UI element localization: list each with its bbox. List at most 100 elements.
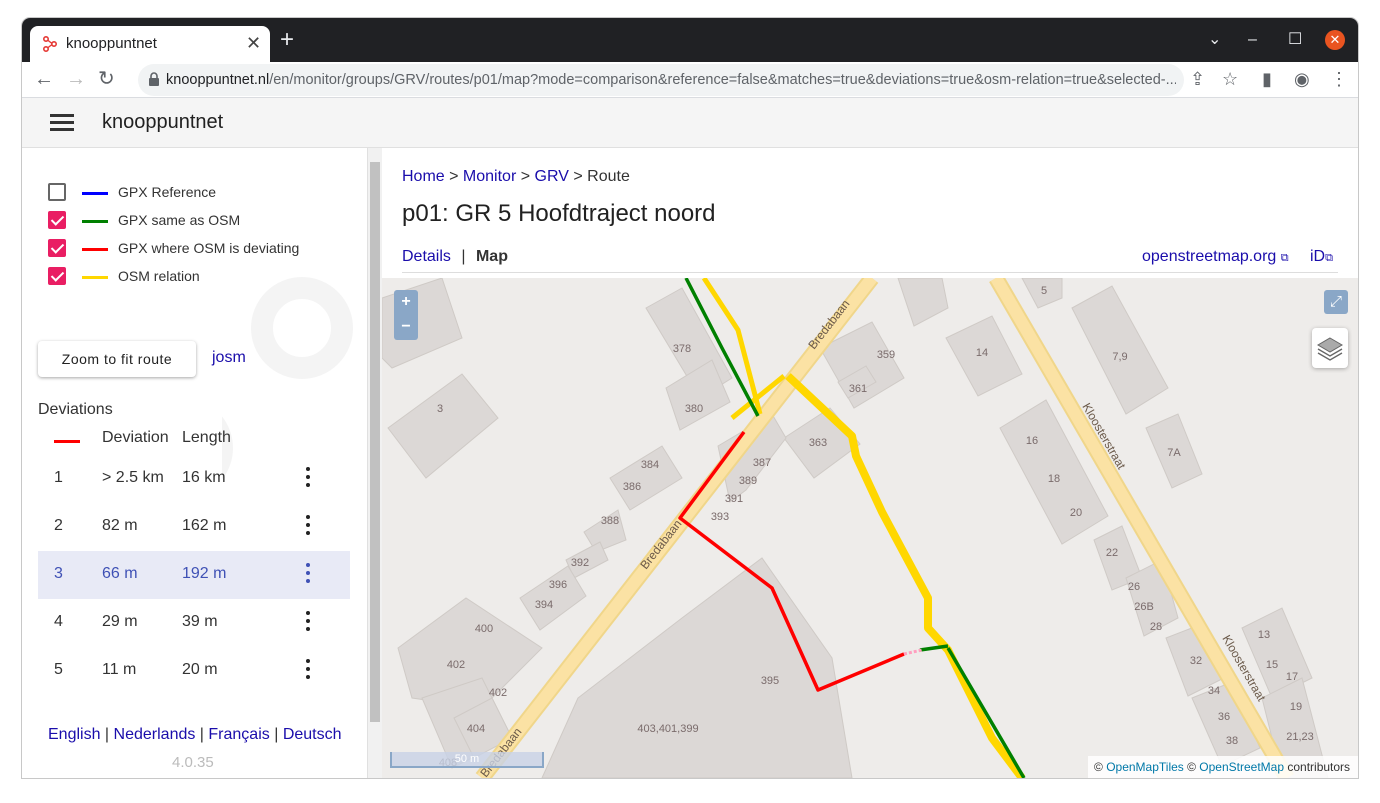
map-house-number: 15 bbox=[1266, 659, 1278, 671]
browser-menu-icon[interactable]: ⋮ bbox=[1330, 69, 1348, 89]
more-vert-icon[interactable] bbox=[306, 611, 310, 635]
checkbox-gpx-reference[interactable] bbox=[48, 183, 66, 201]
more-vert-icon[interactable] bbox=[306, 659, 310, 683]
map-house-number: 17 bbox=[1286, 671, 1298, 683]
profile-avatar-icon[interactable]: ◉ bbox=[1294, 69, 1310, 89]
menu-icon[interactable] bbox=[50, 114, 74, 132]
tab-title: knooppuntnet bbox=[66, 35, 157, 52]
reload-icon[interactable]: ↻ bbox=[98, 68, 115, 90]
close-window-icon[interactable]: ✕ bbox=[1325, 30, 1345, 50]
legend-swatch bbox=[82, 248, 108, 251]
map-house-number: 38 bbox=[1226, 735, 1238, 747]
zoom-in-icon[interactable]: + bbox=[394, 290, 418, 315]
lang-nederlands[interactable]: Nederlands bbox=[114, 726, 196, 743]
map-house-number: 380 bbox=[685, 403, 703, 415]
map-house-number: 22 bbox=[1106, 547, 1118, 559]
layers-button[interactable] bbox=[1312, 328, 1348, 368]
map-house-number: 32 bbox=[1190, 655, 1202, 667]
back-icon[interactable]: ← bbox=[34, 68, 54, 90]
checkbox-gpx-deviating[interactable] bbox=[48, 239, 66, 257]
josm-link[interactable]: josm bbox=[212, 349, 246, 367]
side-panel-icon[interactable]: ▮ bbox=[1262, 69, 1272, 89]
map-canvas: 378 380 359 361 363 3 14 5 7,9 7A 16 18 … bbox=[382, 278, 1329, 778]
breadcrumb-group[interactable]: GRV bbox=[535, 168, 569, 185]
new-tab-icon[interactable]: + bbox=[280, 28, 294, 52]
map-house-number: 361 bbox=[849, 383, 867, 395]
map-house-number: 404 bbox=[467, 723, 485, 735]
map-view[interactable]: 378 380 359 361 363 3 14 5 7,9 7A 16 18 … bbox=[382, 278, 1358, 778]
breadcrumb-current: Route bbox=[587, 168, 630, 185]
map-house-number: 384 bbox=[641, 459, 659, 471]
legend-label: GPX where OSM is deviating bbox=[118, 240, 300, 256]
legend-label: GPX Reference bbox=[118, 184, 217, 200]
openstreetmap-link[interactable]: openstreetmap.org ⧉ bbox=[1142, 248, 1289, 266]
sidebar-scrollbar[interactable] bbox=[368, 148, 382, 778]
language-links: English | Nederlands | Français | Deutsc… bbox=[48, 726, 342, 743]
address-bar[interactable]: knooppuntnet.nl/en/monitor/groups/GRV/ro… bbox=[138, 64, 1184, 96]
column-deviation: Deviation bbox=[102, 429, 169, 446]
id-editor-link[interactable]: iD⧉ bbox=[1310, 248, 1333, 266]
map-scale: 50 m bbox=[390, 752, 544, 768]
map-house-number: 21,23 bbox=[1286, 731, 1314, 743]
deviation-row[interactable]: 1 > 2.5 km 16 km bbox=[38, 455, 350, 503]
tab-strip: knooppuntnet ✕ + ⌄ – ☐ ✕ bbox=[22, 18, 1358, 62]
map-house-number: 392 bbox=[571, 557, 589, 569]
lang-deutsch[interactable]: Deutsch bbox=[283, 726, 342, 743]
map-house-number: 378 bbox=[673, 343, 691, 355]
zoom-out-icon[interactable]: − bbox=[394, 315, 418, 340]
map-street-label: Bredabaan bbox=[637, 517, 684, 572]
forward-icon[interactable]: → bbox=[66, 68, 86, 90]
column-length: Length bbox=[182, 429, 231, 446]
map-house-number: 18 bbox=[1048, 473, 1060, 485]
lock-icon bbox=[149, 72, 159, 86]
checkbox-osm-relation[interactable] bbox=[48, 267, 66, 285]
app-header: knooppuntnet bbox=[22, 98, 1358, 148]
more-vert-icon[interactable] bbox=[306, 515, 310, 539]
browser-toolbar: ← → ↻ knooppuntnet.nl/en/monitor/groups/… bbox=[22, 62, 1358, 98]
breadcrumb-monitor[interactable]: Monitor bbox=[463, 168, 516, 185]
close-tab-icon[interactable]: ✕ bbox=[246, 33, 261, 53]
page-title: p01: GR 5 Hoofdtraject noord bbox=[402, 200, 716, 227]
app-title[interactable]: knooppuntnet bbox=[102, 111, 223, 134]
browser-tab[interactable]: knooppuntnet ✕ bbox=[30, 26, 270, 62]
map-house-number: 395 bbox=[761, 675, 779, 687]
deviation-row[interactable]: 2 82 m 162 m bbox=[38, 503, 350, 551]
more-vert-icon[interactable] bbox=[306, 467, 310, 491]
map-house-number: 400 bbox=[475, 623, 493, 635]
map-house-number: 363 bbox=[809, 437, 827, 449]
map-house-number: 34 bbox=[1208, 685, 1220, 697]
map-house-number: 5 bbox=[1041, 285, 1047, 297]
openmaptiles-link[interactable]: OpenMapTiles bbox=[1106, 760, 1184, 774]
knooppuntnet-favicon-icon bbox=[43, 36, 58, 52]
map-house-number: 402 bbox=[489, 687, 507, 699]
browser-window: knooppuntnet ✕ + ⌄ – ☐ ✕ ← → ↻ knooppunt… bbox=[22, 18, 1358, 778]
divider bbox=[402, 272, 1338, 273]
checkbox-gpx-same[interactable] bbox=[48, 211, 66, 229]
map-house-number: 26 bbox=[1128, 581, 1140, 593]
fullscreen-icon[interactable]: ⤢ bbox=[1324, 290, 1348, 314]
legend-swatch bbox=[82, 192, 108, 195]
breadcrumb-home[interactable]: Home bbox=[402, 168, 445, 185]
deviation-row[interactable]: 5 11 m 20 m bbox=[38, 647, 350, 695]
map-house-number: 3 bbox=[437, 403, 443, 415]
maximize-icon[interactable]: ☐ bbox=[1288, 30, 1302, 50]
map-house-number: 20 bbox=[1070, 507, 1082, 519]
deviations-title: Deviations bbox=[38, 401, 113, 418]
page-subtabs: Details | Map bbox=[402, 248, 508, 265]
scrollbar-thumb[interactable] bbox=[370, 162, 380, 722]
share-icon[interactable]: ⇪ bbox=[1190, 69, 1205, 89]
map-house-number: 402 bbox=[447, 659, 465, 671]
lang-francais[interactable]: Français bbox=[208, 726, 269, 743]
deviation-row[interactable]: 4 29 m 39 m bbox=[38, 599, 350, 647]
bookmark-star-icon[interactable]: ☆ bbox=[1222, 69, 1238, 89]
tab-map[interactable]: Map bbox=[476, 248, 508, 265]
tab-search-icon[interactable]: ⌄ bbox=[1208, 30, 1221, 50]
minimize-icon[interactable]: – bbox=[1248, 30, 1257, 50]
deviation-row-selected[interactable]: 3 66 m 192 m bbox=[38, 551, 350, 599]
zoom-to-fit-button[interactable]: Zoom to fit route bbox=[38, 341, 196, 377]
openstreetmap-attribution-link[interactable]: OpenStreetMap bbox=[1199, 760, 1284, 774]
lang-english[interactable]: English bbox=[48, 726, 100, 743]
app-version: 4.0.35 bbox=[172, 754, 214, 771]
more-vert-icon[interactable] bbox=[306, 563, 310, 587]
tab-details[interactable]: Details bbox=[402, 248, 451, 265]
